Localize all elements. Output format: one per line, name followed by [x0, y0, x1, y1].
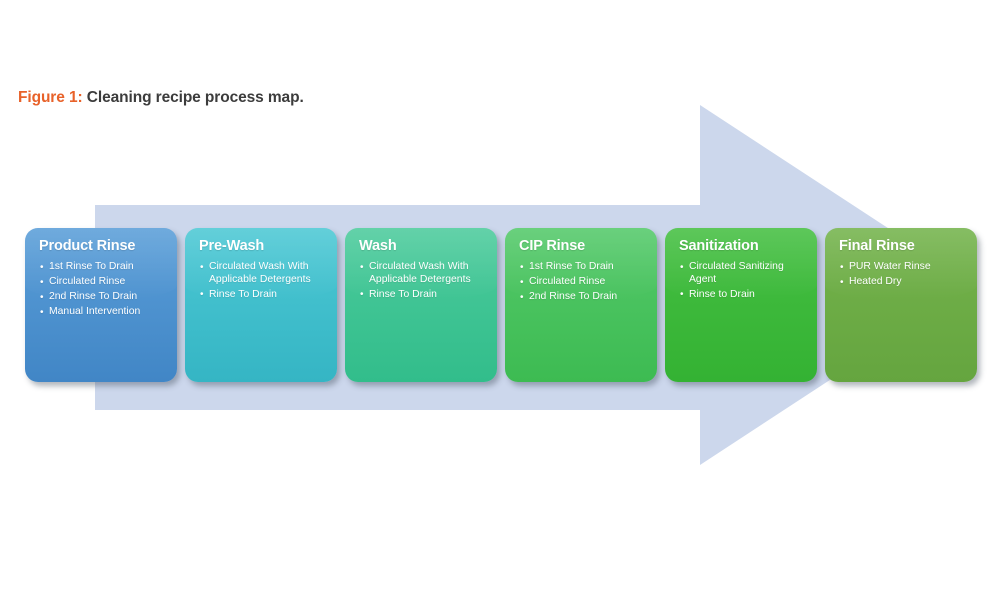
stage-list-item: Circulated Wash With Applicable Detergen… — [360, 260, 488, 286]
figure-caption: Figure 1: Cleaning recipe process map. — [18, 89, 304, 107]
stage-item-list: 1st Rinse To Drain Circulated Rinse 2nd Ri… — [515, 261, 648, 304]
stage-item-list: Circulated Sanitizing Agent Rinse to Drai… — [675, 260, 808, 302]
stage-box-final-rinse[interactable]: Final Rinse PUR Water Rinse Heated Dry — [825, 228, 977, 382]
stage-list-item: 2nd Rinse To Drain — [40, 291, 168, 304]
stage-list-item: PUR Water Rinse — [840, 261, 968, 274]
stage-title: Final Rinse — [839, 238, 915, 254]
stage-title: Product Rinse — [39, 238, 136, 254]
process-stage-row: Product Rinse 1st Rinse To Drain Circulate… — [25, 228, 980, 384]
stage-list-item: Rinse To Drain — [360, 288, 488, 302]
stage-item-list: Circulated Wash With Applicable Detergen… — [355, 260, 488, 302]
figure-label: Figure 1: — [18, 89, 83, 106]
stage-list-item: Heated Dry — [840, 276, 968, 289]
stage-list-item: 1st Rinse To Drain — [40, 261, 168, 274]
stage-list-item: Circulated Wash With Applicable Detergen… — [200, 260, 328, 286]
stage-box-cip-rinse[interactable]: CIP Rinse 1st Rinse To Drain Circulated Ri… — [505, 228, 657, 382]
stage-list-item: Circulated Rinse — [40, 276, 168, 289]
stage-list-item: Circulated Rinse — [520, 276, 648, 289]
stage-item-list: 1st Rinse To Drain Circulated Rinse 2nd Ri… — [35, 261, 168, 319]
stage-list-item: Rinse to Drain — [680, 288, 808, 302]
stage-box-product-rinse[interactable]: Product Rinse 1st Rinse To Drain Circulate… — [25, 228, 177, 382]
stage-title: Wash — [359, 238, 397, 254]
stage-list-item: 1st Rinse To Drain — [520, 261, 648, 274]
stage-title: CIP Rinse — [519, 238, 586, 254]
stage-item-list: Circulated Wash With Applicable Detergen… — [195, 260, 328, 302]
stage-box-pre-wash[interactable]: Pre-Wash Circulated Wash With Applicable … — [185, 228, 337, 382]
stage-list-item: Circulated Sanitizing Agent — [680, 260, 808, 286]
figure-caption-text: Cleaning recipe process map. — [86, 89, 304, 106]
stage-box-sanitization[interactable]: Sanitization Circulated Sanitizing Agent R… — [665, 228, 817, 382]
stage-title: Pre-Wash — [199, 238, 265, 254]
stage-title: Sanitization — [679, 238, 759, 254]
stage-list-item: 2nd Rinse To Drain — [520, 291, 648, 304]
stage-item-list: PUR Water Rinse Heated Dry — [835, 261, 968, 289]
stage-box-wash[interactable]: Wash Circulated Wash With Applicable Dete… — [345, 228, 497, 382]
stage-list-item: Manual Intervention — [40, 306, 168, 319]
stage-list-item: Rinse To Drain — [200, 288, 328, 302]
